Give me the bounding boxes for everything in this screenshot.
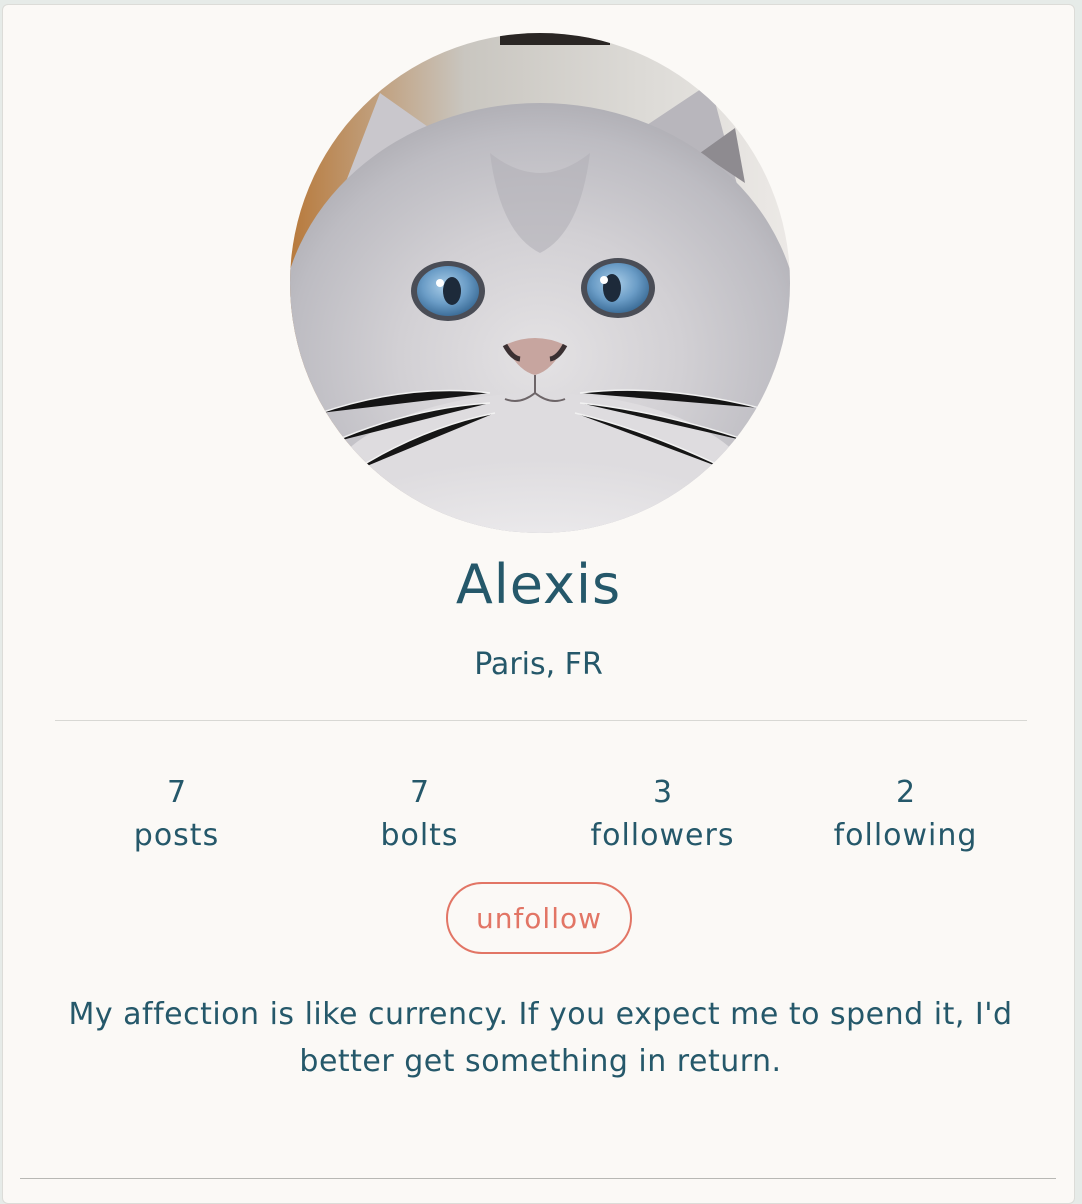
profile-stats: 7 posts 7 bolts 3 followers 2 following (55, 775, 1027, 861)
stat-label: posts (133, 818, 220, 853)
profile-bio: My affection is like currency. If you ex… (68, 997, 1013, 1079)
unfollow-button[interactable]: unfollow (446, 882, 632, 954)
cat-photo (290, 33, 790, 533)
bottom-divider (20, 1178, 1056, 1179)
stat-value: 7 (409, 775, 430, 810)
profile-name: Alexis (455, 553, 622, 616)
profile-card: Alexis Paris, FR 7 posts 7 bolts 3 follo… (2, 4, 1075, 1204)
stat-posts[interactable]: 7 posts (55, 775, 298, 861)
stat-followers[interactable]: 3 followers (541, 775, 784, 861)
stat-bolts[interactable]: 7 bolts (298, 775, 541, 861)
stat-value: 3 (652, 775, 673, 810)
stat-label: followers (590, 818, 735, 853)
divider (55, 720, 1027, 721)
stat-following[interactable]: 2 following (784, 775, 1027, 861)
stat-label: following (833, 818, 978, 853)
stat-value: 2 (895, 775, 916, 810)
stat-value: 7 (166, 775, 187, 810)
stat-label: bolts (380, 818, 459, 853)
avatar (290, 33, 790, 533)
profile-location: Paris, FR (474, 647, 603, 682)
